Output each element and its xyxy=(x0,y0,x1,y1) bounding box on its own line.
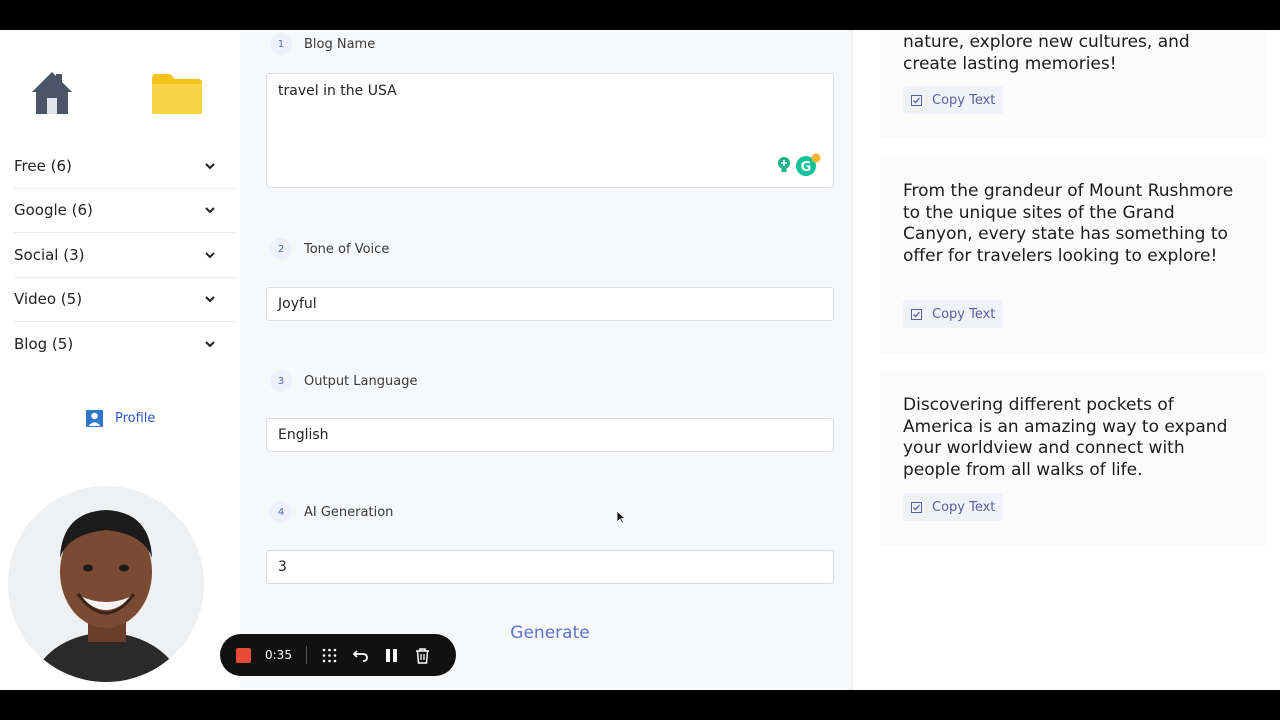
field-label-text: Tone of Voice xyxy=(304,241,390,257)
ai-generation-field[interactable]: 3 xyxy=(266,550,834,584)
tone-value: Joyful xyxy=(278,296,317,312)
mouse-cursor-icon xyxy=(616,510,626,524)
result-card: From the grandeur of Mount Rushmore to t… xyxy=(881,158,1265,352)
menu-item-video[interactable]: Video (5) xyxy=(14,278,236,322)
menu-item-social[interactable]: Social (3) xyxy=(14,233,236,278)
results-panel: nature, explore new cultures, and create… xyxy=(852,30,1280,690)
result-card: nature, explore new cultures, and create… xyxy=(881,30,1265,136)
output-language-field[interactable]: English xyxy=(266,418,834,452)
chevron-down-icon xyxy=(205,252,215,259)
menu-item-label: Social (3) xyxy=(14,245,85,264)
step-number: 1 xyxy=(270,33,292,55)
step-number: 2 xyxy=(270,238,292,260)
profile-link[interactable]: Profile xyxy=(86,410,155,427)
lightbulb-icon xyxy=(778,157,790,172)
recording-time: 0:35 xyxy=(265,648,292,662)
field-label-ai-generation: 4 AI Generation xyxy=(270,501,393,523)
letterbox-bottom xyxy=(0,690,1280,720)
menu-item-free[interactable]: Free (6) xyxy=(14,144,236,189)
grid-icon[interactable] xyxy=(321,647,338,664)
grammarly-widget[interactable]: G xyxy=(775,153,821,177)
trash-icon[interactable] xyxy=(414,647,431,664)
sidebar-menu: Free (6) Google (6) Social (3) Video (5)… xyxy=(14,144,236,367)
sidebar-icon-row xyxy=(0,70,240,120)
svg-text:G: G xyxy=(801,160,812,175)
menu-item-label: Blog (5) xyxy=(14,335,74,354)
chevron-down-icon xyxy=(205,296,215,303)
divider xyxy=(305,646,307,664)
field-label-text: AI Generation xyxy=(304,504,394,520)
menu-item-label: Google (6) xyxy=(14,201,93,220)
ai-generation-value: 3 xyxy=(278,559,287,575)
sidebar: Free (6) Google (6) Social (3) Video (5)… xyxy=(0,30,240,690)
field-label-blog-name: 1 Blog Name xyxy=(270,33,375,55)
presenter-avatar xyxy=(8,486,204,682)
stop-record-button[interactable] xyxy=(236,647,251,663)
checkbox-icon xyxy=(911,308,922,320)
checkbox-icon xyxy=(911,94,922,106)
field-label-text: Blog Name xyxy=(304,36,376,52)
step-number: 3 xyxy=(270,370,292,392)
copy-text-label: Copy Text xyxy=(932,306,996,322)
field-label-language: 3 Output Language xyxy=(270,370,417,392)
menu-item-label: Free (6) xyxy=(14,156,72,175)
webcam-overlay xyxy=(8,486,204,682)
result-text: From the grandeur of Mount Rushmore to t… xyxy=(903,181,1234,266)
menu-item-blog[interactable]: Blog (5) xyxy=(14,322,236,367)
field-label-text: Output Language xyxy=(304,373,418,389)
checkbox-icon xyxy=(911,501,922,513)
language-value: English xyxy=(278,427,329,443)
copy-text-label: Copy Text xyxy=(932,499,996,515)
home-icon[interactable] xyxy=(30,70,74,116)
copy-text-button[interactable]: Copy Text xyxy=(903,493,1004,521)
copy-text-button[interactable]: Copy Text xyxy=(903,86,1004,114)
field-label-tone: 2 Tone of Voice xyxy=(270,238,389,260)
copy-text-button[interactable]: Copy Text xyxy=(903,300,1004,328)
chevron-down-icon xyxy=(205,341,215,348)
result-text: nature, explore new cultures, and create… xyxy=(903,32,1190,74)
result-card: Discovering different pockets of America… xyxy=(881,372,1265,544)
grammarly-icon: G xyxy=(796,153,821,176)
tone-of-voice-field[interactable]: Joyful xyxy=(266,287,834,321)
blog-name-textarea[interactable]: travel in the USA G xyxy=(266,73,834,188)
app-viewport: Free (6) Google (6) Social (3) Video (5)… xyxy=(0,30,1280,690)
copy-text-label: Copy Text xyxy=(932,92,996,108)
chevron-down-icon xyxy=(205,207,215,214)
folder-icon[interactable] xyxy=(150,72,204,116)
profile-label: Profile xyxy=(115,411,156,426)
letterbox-top xyxy=(0,0,1280,30)
undo-icon[interactable] xyxy=(352,647,369,664)
result-text: Discovering different pockets of America… xyxy=(903,395,1228,480)
blog-name-value: travel in the USA xyxy=(278,83,397,99)
menu-item-google[interactable]: Google (6) xyxy=(14,189,236,233)
screen-recorder-bar: 0:35 xyxy=(220,634,456,676)
pause-icon[interactable] xyxy=(383,647,400,664)
chevron-down-icon xyxy=(205,163,215,170)
user-icon xyxy=(86,410,103,427)
menu-item-label: Video (5) xyxy=(14,290,83,309)
step-number: 4 xyxy=(270,501,292,523)
generator-form: 1 Blog Name travel in the USA G 2 Tone o xyxy=(240,30,852,690)
